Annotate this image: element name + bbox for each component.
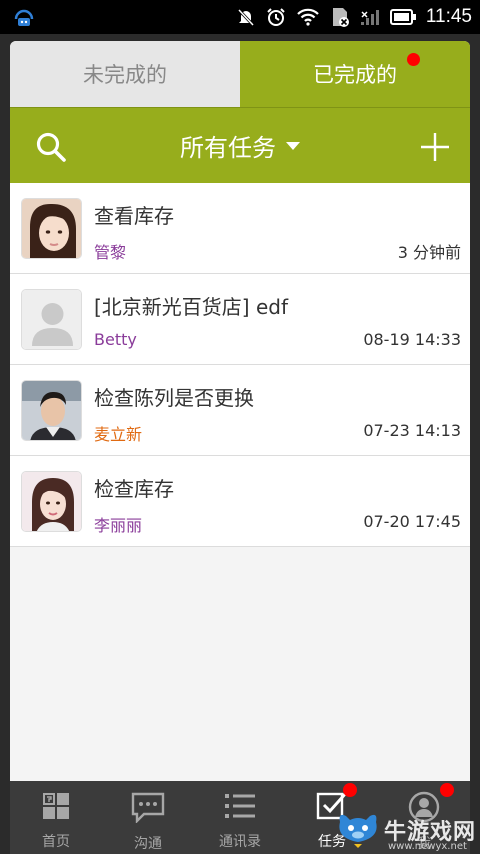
notification-badge [407, 53, 420, 66]
task-tabs: 未完成的 已完成的 [10, 41, 470, 107]
tab-incomplete[interactable]: 未完成的 [10, 41, 240, 107]
task-row[interactable]: [北京新光百货店] edf Betty 08-19 14:33 [10, 274, 470, 365]
task-check-icon [316, 791, 348, 825]
nav-label: 沟通 [134, 836, 162, 852]
signal-icon [360, 8, 380, 26]
filter-label: 所有任务 [180, 134, 276, 162]
nav-label: 首页 [42, 834, 70, 850]
task-title: 查看库存 [94, 204, 174, 228]
nav-home[interactable]: 首页 [10, 781, 102, 854]
nav-chat[interactable]: 沟通 [102, 781, 194, 854]
notification-badge [343, 783, 357, 797]
task-row[interactable]: 查看库存 管黎 3 分钟前 [10, 183, 470, 274]
search-icon[interactable] [34, 130, 68, 164]
avatar [21, 471, 82, 532]
task-title: 检查库存 [94, 477, 174, 501]
task-filter-dropdown[interactable]: 所有任务 [180, 128, 300, 163]
task-title: 检查陈列是否更换 [94, 386, 254, 410]
task-assignee: 李丽丽 [94, 516, 143, 535]
nav-tasks[interactable]: 任务 [286, 781, 378, 854]
contacts-list-icon [223, 791, 257, 825]
home-grid-icon [41, 791, 71, 825]
notification-badge [440, 783, 454, 797]
tab-label: 已完成的 [313, 63, 397, 87]
mute-icon [236, 7, 256, 27]
tab-label: 未完成的 [83, 63, 167, 87]
add-icon[interactable] [418, 130, 452, 164]
task-time: 3 分钟前 [397, 243, 461, 262]
battery-icon [389, 9, 416, 25]
avatar [21, 198, 82, 259]
task-assignee: 麦立新 [94, 425, 143, 444]
task-row[interactable]: 检查陈列是否更换 麦立新 07-23 14:13 [10, 365, 470, 456]
task-time: 07-20 17:45 [363, 512, 461, 531]
chat-icon [130, 791, 166, 827]
status-time: 11:45 [425, 6, 472, 27]
task-title: [北京新光百货店] edf [94, 295, 289, 319]
status-bar: 11:45 [0, 0, 480, 34]
sim-icon [330, 6, 350, 28]
alarm-icon [266, 7, 286, 27]
main-panel: 未完成的 已完成的 所有任务 查看库存 管黎 3 分钟前 [北京新光百货店] e… [10, 41, 470, 781]
task-assignee: 管黎 [94, 243, 127, 262]
task-time: 07-23 14:13 [363, 421, 461, 440]
avatar [21, 289, 82, 350]
nav-profile[interactable]: 我 [378, 781, 470, 854]
task-list: 查看库存 管黎 3 分钟前 [北京新光百货店] edf Betty 08-19 … [10, 183, 470, 547]
avatar [21, 380, 82, 441]
profile-icon [408, 791, 440, 827]
app-notification-icon [12, 5, 36, 29]
task-time: 08-19 14:33 [363, 330, 461, 349]
nav-label: 我 [417, 836, 431, 852]
nav-contacts[interactable]: 通讯录 [194, 781, 286, 854]
tab-completed[interactable]: 已完成的 [240, 41, 470, 107]
nav-label: 任务 [318, 834, 346, 850]
bottom-navigation: 首页 沟通 通讯录 任务 我 [10, 781, 470, 854]
task-toolbar: 所有任务 [10, 107, 470, 183]
task-assignee: Betty [94, 330, 137, 349]
wifi-icon [296, 7, 320, 27]
task-row[interactable]: 检查库存 李丽丽 07-20 17:45 [10, 456, 470, 547]
chevron-down-icon [286, 141, 300, 150]
nav-label: 通讯录 [219, 834, 261, 850]
